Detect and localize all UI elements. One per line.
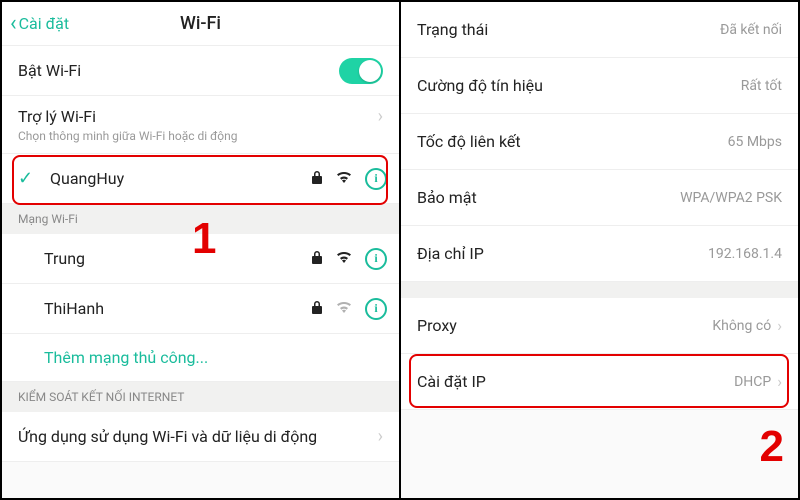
wifi-assistant-row[interactable]: Trợ lý Wi-Fi › Chọn thông minh giữa Wi-F… (2, 96, 399, 154)
wifi-icon (335, 170, 353, 188)
chevron-right-icon: › (777, 316, 782, 335)
add-network-button[interactable]: Thêm mạng thủ công... (2, 334, 399, 382)
ip-value: 192.168.1.4 (708, 246, 782, 262)
status-value: Đã kết nối (720, 22, 782, 38)
status-label: Trạng thái (417, 20, 720, 39)
networks-section-header: Mạng Wi-Fi (2, 204, 399, 234)
ip-row: Địa chỉ IP 192.168.1.4 (401, 226, 798, 282)
status-row: Trạng thái Đã kết nối (401, 2, 798, 58)
security-label: Bảo mật (417, 188, 680, 207)
info-icon[interactable]: i (365, 298, 387, 320)
back-button[interactable]: ‹ Cài đặt (2, 13, 69, 35)
network-row-thihanh[interactable]: ThiHanh i (2, 284, 399, 334)
proxy-row[interactable]: Proxy Không có › (401, 298, 798, 354)
lock-icon (311, 300, 323, 318)
wifi-icon (335, 250, 353, 268)
check-icon: ✓ (18, 168, 40, 189)
linkspeed-value: 65 Mbps (728, 134, 782, 150)
linkspeed-row: Tốc độ liên kết 65 Mbps (401, 114, 798, 170)
wifi-toggle-switch[interactable] (339, 58, 383, 84)
lock-icon (311, 170, 323, 188)
chevron-right-icon: › (777, 372, 782, 391)
network-name: ThiHanh (44, 299, 301, 318)
signal-row: Cường độ tín hiệu Rất tốt (401, 58, 798, 114)
chevron-right-icon: › (378, 426, 383, 447)
linkspeed-label: Tốc độ liên kết (417, 132, 728, 151)
network-name: Trung (44, 249, 301, 268)
ip-settings-label: Cài đặt IP (417, 372, 734, 391)
proxy-value: Không có (712, 318, 771, 334)
section-gap (401, 282, 798, 298)
wifi-assistant-sub: Chọn thông minh giữa Wi-Fi hoặc di động (18, 129, 238, 143)
lock-icon (311, 250, 323, 268)
wifi-toggle-row[interactable]: Bật Wi-Fi (2, 46, 399, 96)
wifi-toggle-label: Bật Wi-Fi (18, 61, 339, 80)
signal-label: Cường độ tín hiệu (417, 76, 741, 95)
wifi-assistant-label: Trợ lý Wi-Fi (18, 107, 378, 126)
network-row-trung[interactable]: Trung i (2, 234, 399, 284)
connected-network-name: QuangHuy (50, 169, 301, 188)
control-section-header: KIỂM SOÁT KẾT NỐI INTERNET (2, 382, 399, 412)
proxy-label: Proxy (417, 316, 712, 335)
header: ‹ Cài đặt Wi-Fi (2, 2, 399, 46)
ip-settings-row[interactable]: Cài đặt IP DHCP › (401, 354, 798, 410)
annotation-step-2: 2 (760, 422, 784, 472)
security-row: Bảo mật WPA/WPA2 PSK (401, 170, 798, 226)
ip-settings-value: DHCP (734, 374, 771, 390)
ip-label: Địa chỉ IP (417, 244, 708, 263)
signal-value: Rất tốt (741, 78, 782, 94)
app-usage-row[interactable]: Ứng dụng sử dụng Wi-Fi và dữ liệu di độn… (2, 412, 399, 462)
info-icon[interactable]: i (365, 248, 387, 270)
network-details-screen: Trạng thái Đã kết nối Cường độ tín hiệu … (401, 2, 798, 498)
app-usage-label: Ứng dụng sử dụng Wi-Fi và dữ liệu di độn… (18, 427, 378, 446)
wifi-settings-screen: ‹ Cài đặt Wi-Fi Bật Wi-Fi Trợ lý Wi-Fi ›… (2, 2, 401, 498)
security-value: WPA/WPA2 PSK (680, 190, 782, 206)
info-icon[interactable]: i (365, 168, 387, 190)
wifi-weak-icon (335, 300, 353, 318)
back-label: Cài đặt (19, 14, 69, 33)
chevron-right-icon: › (378, 106, 383, 127)
connected-network-row[interactable]: ✓ QuangHuy i (2, 154, 399, 204)
chevron-left-icon: ‹ (10, 13, 17, 35)
